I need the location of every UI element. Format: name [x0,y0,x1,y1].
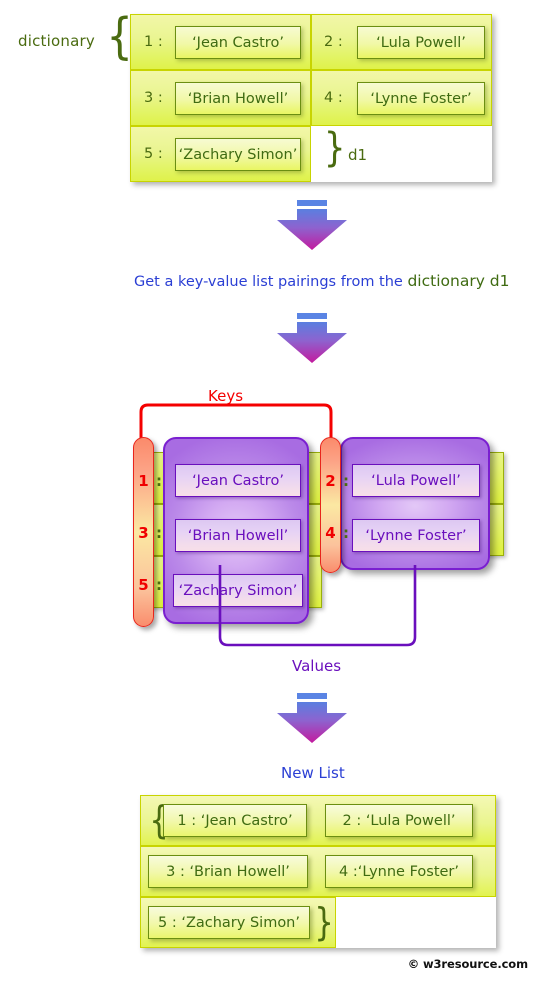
dict-colon-3: : [157,90,163,106]
arrow-down-1 [275,200,349,252]
dict-key-2: 2 : [324,34,343,50]
key-right-2: 4 [325,524,336,542]
copyright-notice: © w3resource.com [407,957,528,971]
arrow-down-3 [275,693,349,745]
dictionary-label: dictionary [18,32,95,50]
newlist-item-1: 1 : ‘Jean Castro’ [163,804,307,837]
new-list-close-brace: } [314,900,334,944]
new-list-label: New List [281,764,345,782]
dict-key-3-text: 3 [144,90,154,106]
value-box-left-1: ‘Jean Castro’ [175,464,301,497]
dict-key-1-text: 1 [144,34,154,50]
keys-pill-right [320,437,341,573]
newlist-item-4: 4 :‘Lynne Foster’ [325,855,473,888]
dict-colon-4: : [337,90,343,106]
values-label: Values [292,657,342,675]
key-colon-right-1: : [343,472,349,490]
step-description: Get a key-value list pairings from the d… [134,272,510,290]
keys-bracket [139,403,333,440]
values-bracket [218,565,417,647]
key-left-3: 5 [138,576,149,594]
dict-colon-5: : [157,146,163,162]
key-colon-left-2: : [156,524,162,542]
key-colon-right-2: : [343,524,349,542]
dict-key-4: 4 : [324,90,343,106]
value-box-left-2: ‘Brian Howell’ [175,519,301,552]
dict-value-4: ‘Lynne Foster’ [357,82,485,115]
dictionary-table: 1 : ‘Jean Castro’ 2 : ‘Lula Powell’ 3 : … [130,14,492,182]
key-right-1: 2 [325,472,336,490]
newlist-item-3: 3 : ‘Brian Howell’ [148,855,308,888]
dict-key-5-text: 5 [144,146,154,162]
dict-value-3: ‘Brian Howell’ [175,82,301,115]
step-description-prefix: Get a key-value list pairings from the [134,274,408,290]
diagram-canvas: dictionary { 1 : ‘Jean Castro’ 2 : ‘Lula… [0,0,536,984]
dict-key-2-text: 2 [324,34,334,50]
dict-colon-1: : [157,34,163,50]
dictionary-open-brace: { [106,8,133,65]
key-left-1: 1 [138,472,149,490]
value-box-right-1: ‘Lula Powell’ [352,464,480,497]
dict-key-3: 3 : [144,90,163,106]
key-colon-left-1: : [156,472,162,490]
newlist-item-5: 5 : ‘Zachary Simon’ [148,906,310,939]
dict-key-4-text: 4 [324,90,334,106]
new-list-table: { 1 : ‘Jean Castro’ 2 : ‘Lula Powell’ 3 … [140,795,496,948]
dict-key-1: 1 : [144,34,163,50]
dict-value-5: ‘Zachary Simon’ [175,138,301,171]
values-container-right: ‘Lula Powell’ ‘Lynne Foster’ [340,437,490,570]
dict-colon-2: : [337,34,343,50]
key-colon-left-3: : [156,576,162,594]
keys-label: Keys [208,387,244,405]
arrow-down-2 [275,313,349,365]
key-left-2: 3 [138,524,149,542]
dictionary-close-brace: } [323,125,346,171]
dict-key-5: 5 : [144,146,163,162]
dictionary-variable-name: d1 [348,146,368,164]
value-box-right-2: ‘Lynne Foster’ [352,519,480,552]
newlist-item-2: 2 : ‘Lula Powell’ [325,804,473,837]
dict-value-1: ‘Jean Castro’ [175,26,301,59]
step-description-emphasis: dictionary d1 [407,272,510,290]
dict-value-2: ‘Lula Powell’ [357,26,485,59]
